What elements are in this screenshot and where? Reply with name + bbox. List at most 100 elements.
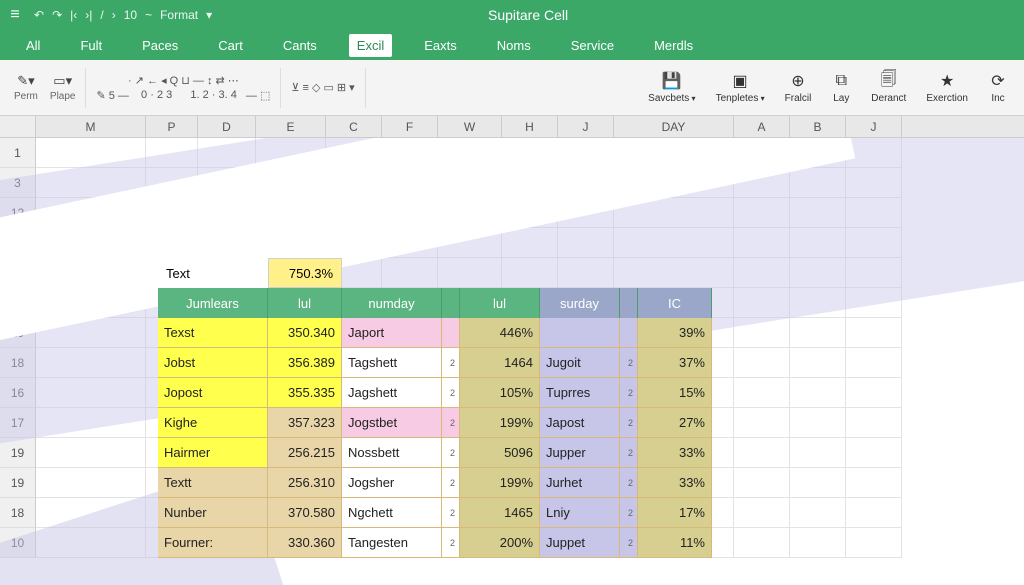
cell[interactable] (36, 288, 146, 318)
cell[interactable] (558, 198, 614, 228)
cell[interactable] (256, 138, 326, 168)
col-header-B[interactable]: B (790, 116, 846, 137)
table-cell[interactable]: 199% (460, 408, 540, 438)
table-cell[interactable]: 2 (442, 408, 460, 438)
table-cell[interactable]: 2 (620, 468, 638, 498)
cell[interactable] (790, 528, 846, 558)
table-cell[interactable]: 2 (442, 528, 460, 558)
cell[interactable] (614, 138, 734, 168)
text-label[interactable]: Text (158, 258, 268, 288)
cell[interactable] (198, 168, 256, 198)
table-cell[interactable]: 105% (460, 378, 540, 408)
table-cell[interactable]: Ngchett (342, 498, 442, 528)
chevron-down-icon[interactable]: ▾ (206, 8, 212, 22)
table-cell[interactable]: 350.340 (268, 318, 342, 348)
table-cell[interactable]: 370.580 (268, 498, 342, 528)
table-cell[interactable]: Tagshett (342, 348, 442, 378)
col-header-DAY[interactable]: DAY (614, 116, 734, 137)
cell[interactable] (614, 198, 734, 228)
menu-item-excil[interactable]: Excil (349, 34, 392, 57)
col-header-M[interactable]: M (36, 116, 146, 137)
table-cell[interactable]: 15% (638, 378, 712, 408)
table-cell[interactable]: 355.335 (268, 378, 342, 408)
cell[interactable] (326, 198, 382, 228)
cell[interactable] (146, 138, 198, 168)
ribbon-btn-inc[interactable]: ⟳Inc (980, 69, 1016, 106)
cell[interactable] (734, 258, 790, 288)
cell[interactable] (790, 348, 846, 378)
menu-item-paces[interactable]: Paces (134, 34, 186, 57)
table-cell[interactable]: 2 (442, 498, 460, 528)
table-cell[interactable]: Jobst (158, 348, 268, 378)
cell[interactable] (558, 138, 614, 168)
table-cell[interactable]: 1465 (460, 498, 540, 528)
cell[interactable] (790, 168, 846, 198)
table-cell[interactable]: 2 (442, 468, 460, 498)
col-header-E[interactable]: E (256, 116, 326, 137)
table-header-cell[interactable]: numday (342, 288, 442, 318)
chevron-right-icon[interactable]: › (112, 8, 116, 22)
cell[interactable] (146, 168, 198, 198)
table-cell[interactable]: Fourner: (158, 528, 268, 558)
cell[interactable] (790, 468, 846, 498)
select-all-corner[interactable] (0, 116, 36, 137)
ribbon-btn-deranct[interactable]: 🗐Deranct (863, 69, 914, 106)
align-left-icon[interactable]: |‹ (70, 8, 77, 22)
cell[interactable] (36, 198, 146, 228)
ribbon-btn-lay[interactable]: ⧉Lay (823, 69, 859, 106)
cell[interactable] (790, 408, 846, 438)
menu-item-eaxts[interactable]: Eaxts (416, 34, 465, 57)
table-cell[interactable]: 256.310 (268, 468, 342, 498)
ribbon-btn-tenpletes[interactable]: ▣Tenpletes (708, 69, 773, 106)
cell[interactable] (846, 288, 902, 318)
table-header-cell[interactable]: Jumlears (158, 288, 268, 318)
cell[interactable] (734, 438, 790, 468)
row-header[interactable]: 15 (0, 288, 36, 318)
cell[interactable] (256, 168, 326, 198)
table-cell[interactable]: 5096 (460, 438, 540, 468)
menu-item-all[interactable]: All (18, 34, 48, 57)
cell[interactable] (438, 228, 502, 258)
cell[interactable] (198, 228, 256, 258)
cell[interactable] (846, 438, 902, 468)
cell[interactable] (198, 138, 256, 168)
cell[interactable] (502, 168, 558, 198)
table-cell[interactable]: 2 (442, 438, 460, 468)
table-header-cell[interactable]: lul (460, 288, 540, 318)
table-cell[interactable]: 199% (460, 468, 540, 498)
cell[interactable] (36, 438, 146, 468)
menu-item-merdls[interactable]: Merdls (646, 34, 701, 57)
cell[interactable] (502, 198, 558, 228)
cell[interactable] (502, 138, 558, 168)
cell[interactable] (846, 198, 902, 228)
table-cell[interactable]: 37% (638, 348, 712, 378)
col-header-J[interactable]: J (558, 116, 614, 137)
cell[interactable] (36, 378, 146, 408)
row-header[interactable]: 17 (0, 408, 36, 438)
ribbon-btn-exerction[interactable]: ★Exerction (918, 69, 976, 106)
table-cell[interactable]: Jagshett (342, 378, 442, 408)
cell[interactable] (256, 228, 326, 258)
menu-item-cants[interactable]: Cants (275, 34, 325, 57)
row-header[interactable]: 1 (0, 138, 36, 168)
cell[interactable] (790, 378, 846, 408)
table-cell[interactable]: Lniy (540, 498, 620, 528)
table-cell[interactable]: 2 (620, 528, 638, 558)
cell[interactable] (790, 318, 846, 348)
text-value[interactable]: 750.3% (268, 258, 342, 288)
cell[interactable] (382, 168, 438, 198)
cell[interactable] (734, 288, 790, 318)
table-cell[interactable]: 2 (620, 408, 638, 438)
cell[interactable] (614, 228, 734, 258)
cell[interactable] (438, 138, 502, 168)
row-header[interactable]: 16 (0, 378, 36, 408)
cell[interactable] (846, 138, 902, 168)
cell[interactable] (734, 498, 790, 528)
table-cell[interactable]: 2 (620, 438, 638, 468)
cell[interactable] (614, 168, 734, 198)
row-header[interactable]: 19 (0, 438, 36, 468)
cell[interactable] (734, 138, 790, 168)
table-cell[interactable]: Hairmer (158, 438, 268, 468)
cell[interactable] (846, 528, 902, 558)
ribbon-group-perm[interactable]: ✎▾ Perm (8, 73, 44, 102)
